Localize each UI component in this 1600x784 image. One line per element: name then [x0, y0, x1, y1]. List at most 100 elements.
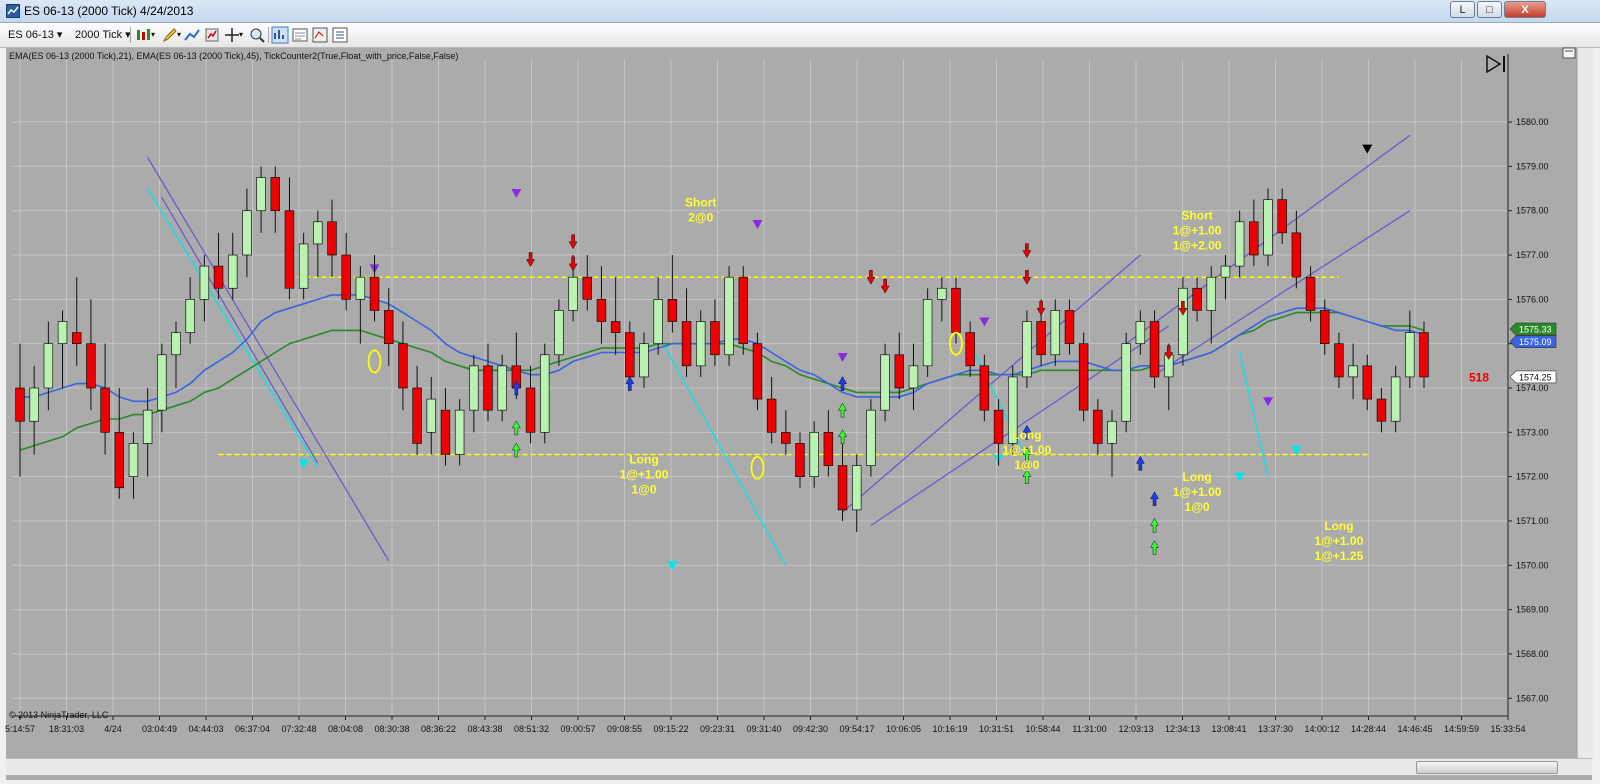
candle-body: [1050, 310, 1061, 356]
x-tick-label: 09:00:57: [560, 724, 595, 734]
candle-body: [256, 177, 266, 212]
horizontal-scrollbar[interactable]: [6, 758, 1592, 775]
down-candle: [114, 388, 125, 499]
x-tick-label: 10:58:44: [1025, 724, 1060, 734]
candle-body: [1234, 221, 1245, 267]
trade-annotation-line: 1@0: [631, 482, 656, 496]
candle-body: [1390, 376, 1401, 422]
candle-body: [284, 210, 295, 289]
x-tick-label: 06:37:04: [235, 724, 270, 734]
price-tag-label: 1574.25: [1519, 372, 1552, 382]
down-candle: [1277, 188, 1287, 244]
price-axis[interactable]: 1580.00 1579.00 1578.00 1577.00 1576.00 1575.…: [1507, 54, 1557, 716]
up-candle: [539, 343, 550, 444]
trade-annotation-line: 1@+1.25: [1315, 549, 1364, 563]
down-candle: [1334, 332, 1344, 388]
x-tick-label: 14:28:44: [1351, 724, 1386, 734]
price-chart[interactable]: Short2@0Long1@+1.001@0Long1@+1.001@0Shor…: [0, 0, 1600, 784]
down-candle: [965, 321, 975, 377]
down-candle: [781, 410, 791, 455]
candle-body: [15, 387, 25, 422]
candle-body: [142, 409, 153, 444]
x-tick-label: 14:00:12: [1304, 724, 1339, 734]
x-tick-label: 5:14:57: [5, 724, 35, 734]
candle-body: [114, 431, 125, 489]
arrow-head-marker: [979, 317, 990, 327]
trade-arrow: [880, 278, 890, 294]
up-candle: [922, 288, 933, 377]
candle-body: [894, 354, 905, 389]
candle-body: [610, 321, 621, 333]
up-candle: [809, 421, 819, 488]
candle-body: [1319, 310, 1330, 345]
x-tick-label: 10:31:51: [979, 724, 1014, 734]
candle-body: [710, 321, 720, 356]
x-tick-label: 08:30:38: [374, 724, 409, 734]
vertical-scrollbar[interactable]: [1577, 48, 1593, 758]
down-candle: [398, 321, 408, 411]
candle-body: [29, 387, 39, 422]
candle-body: [582, 276, 593, 300]
x-tick-label: 07:32:48: [281, 724, 316, 734]
candle-body: [313, 221, 323, 245]
candle-body: [270, 177, 281, 212]
up-candle: [1263, 188, 1273, 267]
up-candle: [57, 310, 68, 388]
y-tick-label: 1570.00: [1516, 560, 1549, 570]
down-candle: [270, 166, 281, 233]
candle-body: [157, 354, 167, 411]
y-tick-label: 1578.00: [1516, 206, 1549, 216]
trade-annotation-line: Long: [1182, 470, 1211, 484]
candle-body: [86, 343, 96, 389]
x-tick-label: 04:44:03: [188, 724, 223, 734]
down-candle: [795, 432, 805, 488]
x-tick-label: 12:03:13: [1118, 724, 1153, 734]
x-tick-label: 09:15:22: [653, 724, 688, 734]
scrollbar-thumb[interactable]: [1416, 761, 1558, 774]
up-candle: [908, 343, 919, 411]
trade-annotation-line: 1@+2.00: [1173, 239, 1222, 253]
candle-body: [738, 276, 749, 345]
down-candle: [894, 332, 905, 400]
trade-annotation-line: Short: [685, 195, 716, 209]
candle-body: [1107, 420, 1117, 444]
candle-body: [554, 310, 564, 356]
chart-scroll-end-button[interactable]: [1486, 54, 1505, 74]
down-candle: [71, 277, 82, 366]
trade-annotation-line: Short: [1181, 209, 1212, 223]
candle-body: [185, 299, 195, 333]
up-candle: [43, 321, 54, 411]
candle-body: [199, 265, 210, 300]
trend-line: [1239, 352, 1269, 477]
candle-body: [837, 465, 848, 511]
candle-body: [539, 354, 550, 433]
candle-body: [766, 398, 777, 433]
chart-corner-buttons: [1486, 47, 1576, 74]
trade-arrow: [1135, 455, 1145, 471]
up-candle: [851, 454, 862, 533]
up-candle: [1178, 277, 1188, 366]
time-axis[interactable]: 5:14:57 18:31:03 4/24 03:04:49 04:44:03 06:37…: [5, 715, 1526, 734]
down-candle: [412, 365, 422, 455]
up-candle: [724, 266, 734, 366]
ema45-line: [19, 311, 1425, 451]
up-candle: [1234, 210, 1245, 278]
up-candle: [1107, 410, 1117, 477]
trade-annotation-line: 1@+1.00: [1315, 534, 1364, 548]
up-candle: [242, 188, 252, 278]
up-candle: [653, 277, 663, 355]
candle-body: [171, 332, 181, 356]
chart-panel-maximize-button[interactable]: [1562, 47, 1576, 59]
candle-body: [625, 332, 635, 378]
candle-body: [128, 443, 139, 477]
candle-body: [1135, 321, 1146, 345]
trade-annotation-line: 2@0: [688, 210, 713, 224]
candle-body: [497, 365, 507, 411]
candle-body: [795, 443, 805, 477]
down-candle: [525, 365, 536, 444]
y-tick-label: 1580.00: [1516, 117, 1549, 127]
candle-body: [57, 321, 68, 345]
candle-body: [568, 276, 578, 311]
trade-annotation-line: 1@+1.00: [1173, 224, 1222, 238]
up-candle: [256, 166, 266, 233]
